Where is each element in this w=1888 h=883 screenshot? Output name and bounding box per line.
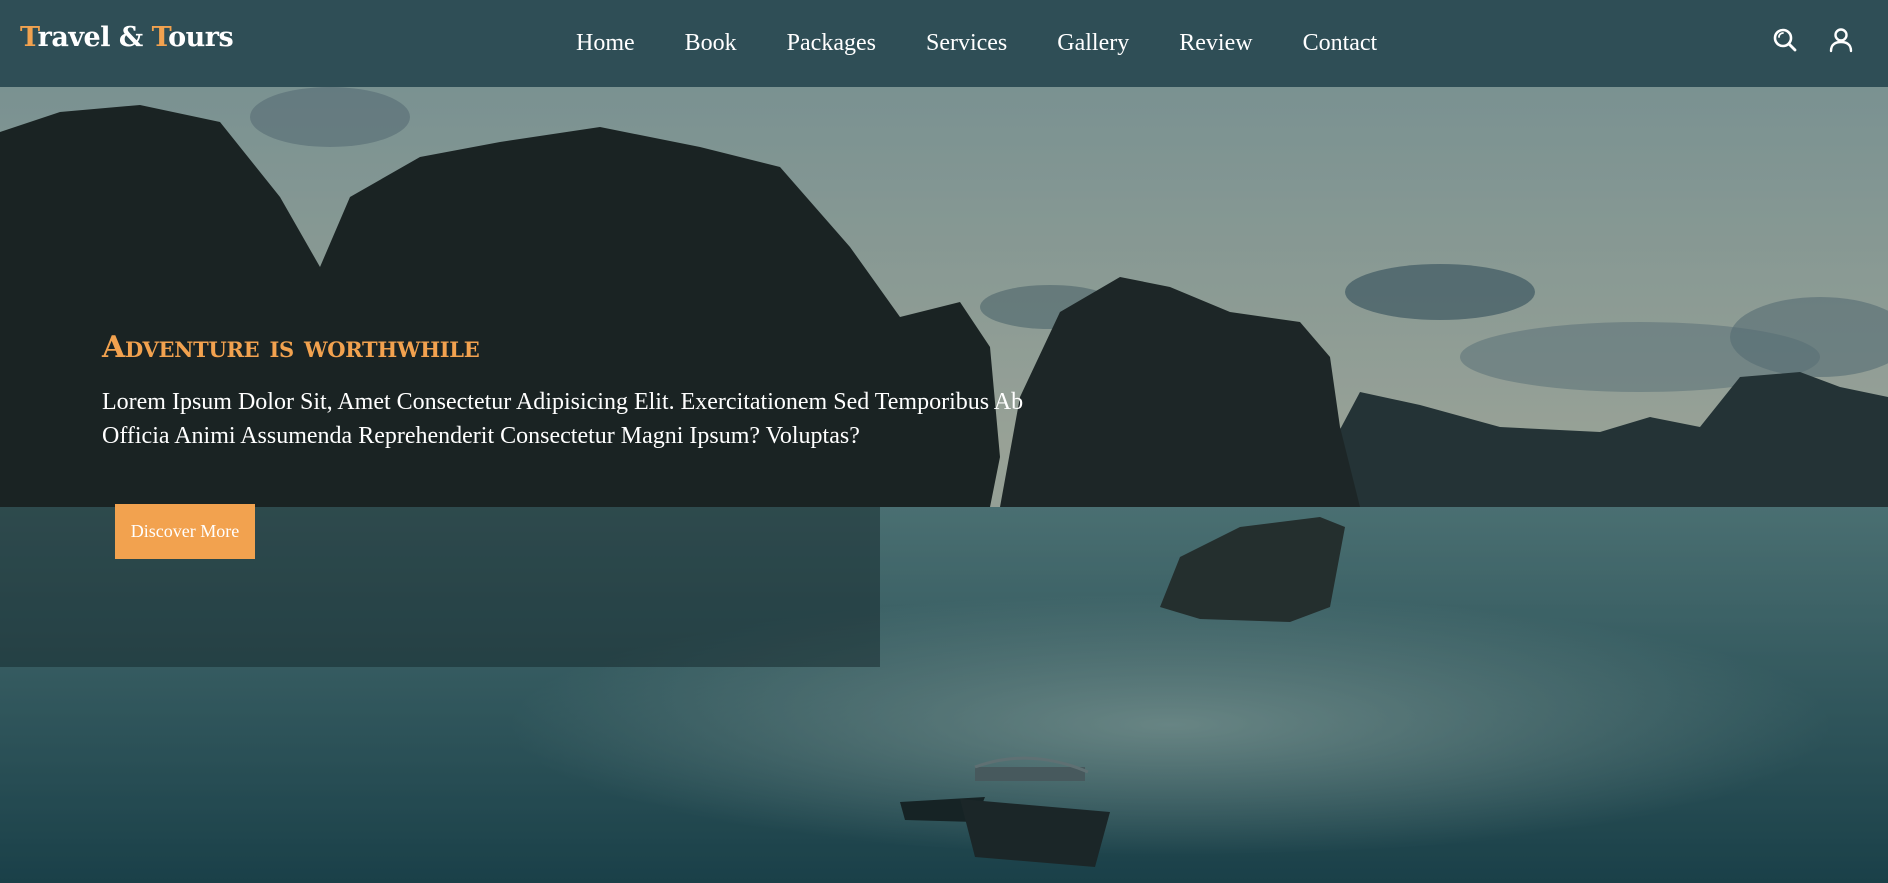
user-icon[interactable]	[1828, 27, 1854, 53]
hero-title: Adventure is worthwhile	[102, 330, 480, 365]
search-icon[interactable]	[1772, 27, 1798, 53]
nav-home[interactable]: Home	[576, 30, 635, 57]
hero-section: Adventure is worthwhile Lorem Ipsum Dolo…	[0, 87, 1888, 883]
site-logo[interactable]: Travel & Tours	[20, 22, 234, 53]
logo-text: ours	[168, 22, 234, 53]
logo-initial: T	[151, 22, 169, 53]
hero-description: Lorem Ipsum Dolor Sit, Amet Consectetur …	[102, 389, 1024, 449]
discover-more-button[interactable]: Discover More	[115, 504, 255, 559]
nav-gallery[interactable]: Gallery	[1057, 30, 1129, 57]
nav-review[interactable]: Review	[1179, 30, 1252, 57]
hero-background-image	[0, 87, 1888, 883]
header-icons	[1772, 27, 1854, 53]
main-nav: Home Book Packages Services Gallery Revi…	[576, 0, 1377, 87]
site-header: Travel & Tours Home Book Packages Servic…	[0, 0, 1888, 87]
nav-packages[interactable]: Packages	[787, 30, 876, 57]
nav-contact[interactable]: Contact	[1303, 30, 1378, 57]
hero-content: Adventure is worthwhile Lorem Ipsum Dolo…	[102, 330, 1082, 559]
logo-initial: T	[20, 22, 38, 53]
logo-text: ravel &	[37, 22, 152, 53]
nav-services[interactable]: Services	[926, 30, 1007, 57]
nav-book[interactable]: Book	[685, 30, 737, 57]
